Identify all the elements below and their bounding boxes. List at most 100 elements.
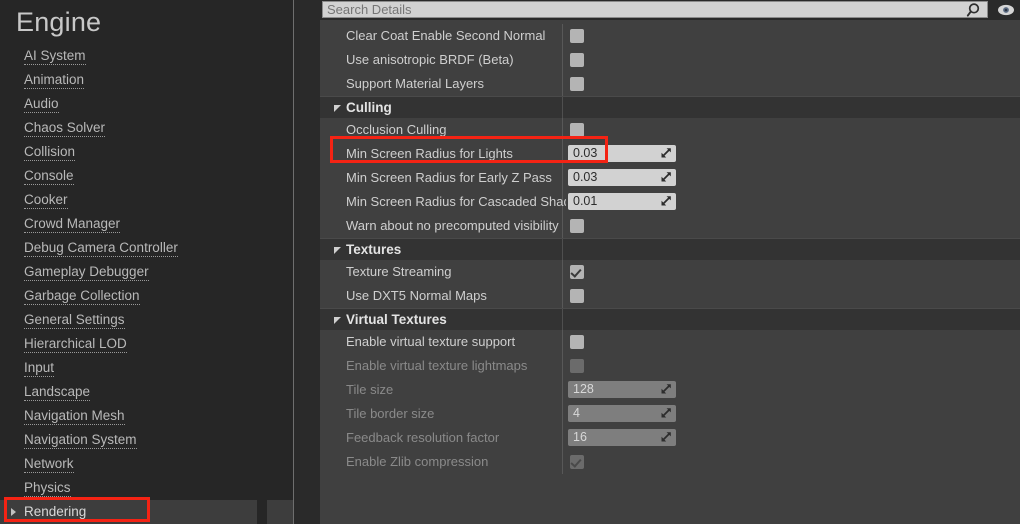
sidebar-item-label: Network — [24, 456, 74, 473]
property-checkbox[interactable] — [570, 77, 584, 91]
property-number-input: 128 — [568, 381, 676, 398]
details-property-list: Clear Coat Enable Second Normal Use aniso… — [320, 20, 1020, 524]
sidebar-item-gameplay-debugger[interactable]: Gameplay Debugger — [0, 260, 294, 284]
property-number-input[interactable]: 0.03 — [568, 145, 676, 162]
sidebar-item-label: Hierarchical LOD — [24, 336, 127, 353]
spinner-drag-arrow-icon[interactable] — [660, 195, 672, 207]
property-checkbox[interactable] — [570, 289, 584, 303]
property-label: Clear Coat Enable Second Normal — [346, 28, 546, 43]
sidebar-item-label: Rendering — [24, 504, 87, 519]
section-header-textures[interactable]: Textures — [320, 238, 1020, 261]
section-header-label: Culling — [346, 100, 392, 115]
property-row: Enable virtual texture support — [320, 330, 1020, 354]
property-number-input: 4 — [568, 405, 676, 422]
spinner-drag-arrow-icon[interactable] — [660, 171, 672, 183]
property-label: Min Screen Radius for Early Z Pass — [346, 170, 552, 185]
property-number-value: 16 — [573, 430, 587, 444]
property-row: Use anisotropic BRDF (Beta) — [320, 48, 1020, 72]
spinner-drag-arrow-icon[interactable] — [660, 147, 672, 159]
property-checkbox[interactable] — [570, 53, 584, 67]
spinner-drag-arrow-icon[interactable] — [660, 407, 672, 419]
property-row: Support Material Layers — [320, 72, 1020, 96]
expand-triangle-icon[interactable] — [11, 508, 16, 516]
sidebar-item-debug-camera-controller[interactable]: Debug Camera Controller — [0, 236, 294, 260]
property-label: Min Screen Radius for Lights — [346, 146, 513, 161]
sidebar-item-general-settings[interactable]: General Settings — [0, 308, 294, 332]
sidebar-item-chaos-solver[interactable]: Chaos Solver — [0, 116, 294, 140]
sidebar-item-crowd-manager[interactable]: Crowd Manager — [0, 212, 294, 236]
sidebar-item-animation[interactable]: Animation — [0, 68, 294, 92]
sidebar-item-label: Garbage Collection — [24, 288, 140, 305]
property-checkbox[interactable] — [570, 29, 584, 43]
section-header-label: Virtual Textures — [346, 312, 447, 327]
sidebar-item-label: Collision — [24, 144, 76, 161]
sidebar-item-navigation-system[interactable]: Navigation System — [0, 428, 294, 452]
property-checkbox[interactable] — [570, 123, 584, 137]
property-number-value: 0.01 — [573, 194, 598, 208]
sidebar-item-label: Physics — [24, 480, 71, 497]
property-row: Feedback resolution factor 16 — [320, 426, 1020, 450]
sidebar-item-console[interactable]: Console — [0, 164, 294, 188]
settings-category-sidebar: Engine AI System Animation Audio Chaos Solv… — [0, 0, 294, 524]
property-row: Min Screen Radius for Lights 0.03 — [320, 142, 1020, 166]
section-header-virtual-textures[interactable]: Virtual Textures — [320, 308, 1020, 331]
property-label: Enable Zlib compression — [346, 454, 489, 469]
sidebar-item-audio[interactable]: Audio — [0, 92, 294, 116]
sidebar-item-label: Crowd Manager — [24, 216, 121, 233]
search-input[interactable] — [322, 1, 988, 18]
sidebar-item-network[interactable]: Network — [0, 452, 294, 476]
property-row: Clear Coat Enable Second Normal — [320, 24, 1020, 48]
sidebar-item-label: Console — [24, 168, 74, 185]
spinner-drag-arrow-icon[interactable] — [660, 431, 672, 443]
property-checkbox[interactable] — [570, 219, 584, 233]
property-row: Min Screen Radius for Cascaded Shadow M 0… — [320, 190, 1020, 214]
sidebar-item-garbage-collection[interactable]: Garbage Collection — [0, 284, 294, 308]
sidebar-item-input[interactable]: Input — [0, 356, 294, 380]
property-label: Min Screen Radius for Cascaded Shadow M — [346, 194, 566, 209]
property-label: Warn about no precomputed visibility — [346, 218, 559, 233]
property-number-input[interactable]: 0.01 — [568, 193, 676, 210]
sidebar-item-cooker[interactable]: Cooker — [0, 188, 294, 212]
sidebar-item-label: Navigation System — [24, 432, 137, 449]
property-number-input: 16 — [568, 429, 676, 446]
property-checkbox — [570, 359, 584, 373]
collapse-triangle-icon[interactable] — [334, 247, 341, 254]
column-divider — [562, 309, 563, 331]
property-number-value: 4 — [573, 406, 580, 420]
sidebar-item-landscape[interactable]: Landscape — [0, 380, 294, 404]
section-header-culling[interactable]: Culling — [320, 96, 1020, 119]
property-row: Texture Streaming — [320, 260, 1020, 284]
property-label: Use anisotropic BRDF (Beta) — [346, 52, 514, 67]
sidebar-item-label: Debug Camera Controller — [24, 240, 178, 257]
property-row: Tile border size 4 — [320, 402, 1020, 426]
sidebar-scrollbar-track[interactable] — [257, 0, 267, 524]
property-number-value: 0.03 — [573, 146, 598, 160]
sidebar-item-physics[interactable]: Physics — [0, 476, 294, 500]
sidebar-category-list: AI System Animation Audio Chaos Solver Colli… — [0, 44, 294, 524]
collapse-triangle-icon[interactable] — [334, 105, 341, 112]
property-label: Tile border size — [346, 406, 435, 421]
sidebar-item-label: Input — [24, 360, 55, 377]
sidebar-item-hierarchical-lod[interactable]: Hierarchical LOD — [0, 332, 294, 356]
sidebar-item-label: AI System — [24, 48, 86, 65]
sidebar-item-label: Chaos Solver — [24, 120, 106, 137]
property-number-value: 128 — [573, 382, 594, 396]
collapse-triangle-icon[interactable] — [334, 317, 341, 324]
eye-icon[interactable] — [996, 2, 1016, 18]
section-header-label: Textures — [346, 242, 402, 257]
sidebar-item-navigation-mesh[interactable]: Navigation Mesh — [0, 404, 294, 428]
sidebar-item-ai-system[interactable]: AI System — [0, 44, 294, 68]
unreal-project-settings-window: Engine AI System Animation Audio Chaos Solv… — [0, 0, 1020, 524]
property-checkbox — [570, 455, 584, 469]
search-bar — [320, 0, 1020, 20]
property-checkbox[interactable] — [570, 265, 584, 279]
sidebar-item-label: Navigation Mesh — [24, 408, 125, 425]
sidebar-item-collision[interactable]: Collision — [0, 140, 294, 164]
property-label: Support Material Layers — [346, 76, 485, 91]
property-number-input[interactable]: 0.03 — [568, 169, 676, 186]
property-checkbox[interactable] — [570, 335, 584, 349]
spinner-drag-arrow-icon[interactable] — [660, 383, 672, 395]
panel-gutter — [294, 0, 320, 524]
sidebar-item-rendering[interactable]: Rendering — [0, 500, 294, 524]
sidebar-item-label: Landscape — [24, 384, 91, 401]
